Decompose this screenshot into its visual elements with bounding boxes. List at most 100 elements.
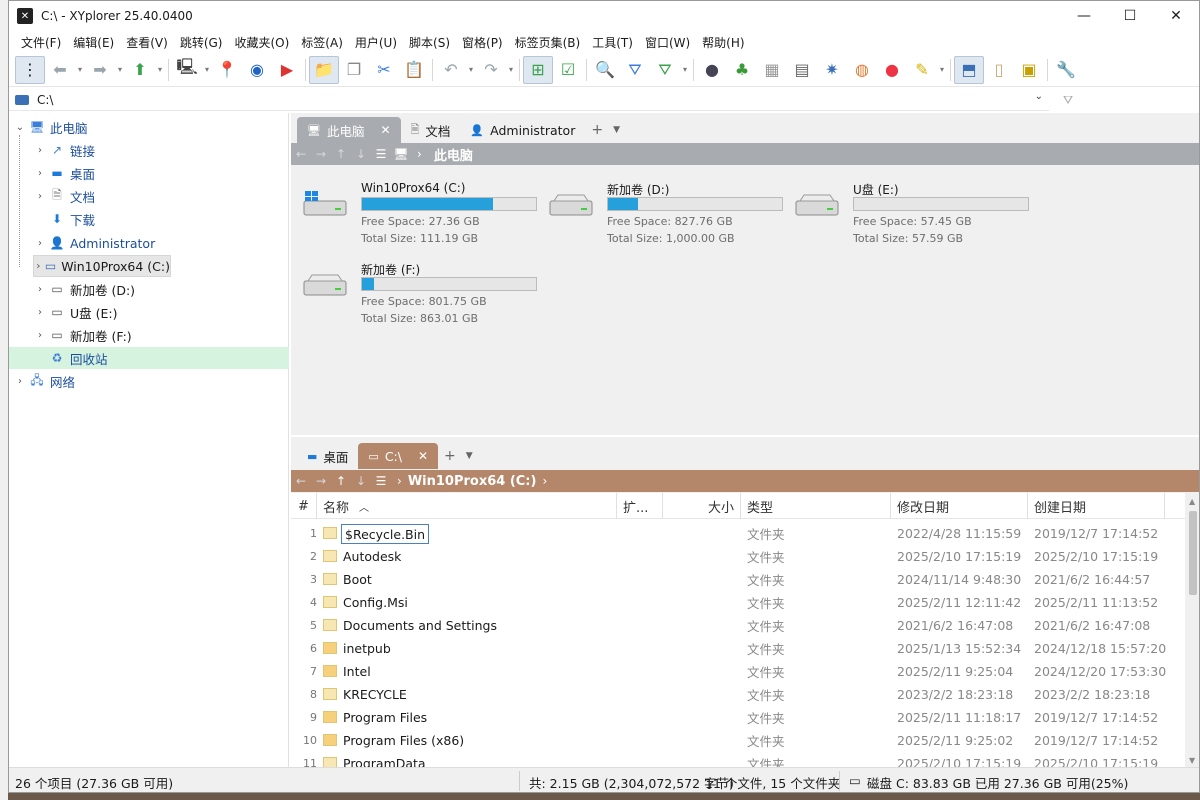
menu-tabsets[interactable]: 标签页集(B) [509,34,587,51]
table-row[interactable]: 2 Autodesk 文件夹 2025/2/10 17:15:19 2025/2… [291,545,1171,568]
nav-forward-icon[interactable]: → [311,147,331,161]
menu-toggle-icon[interactable]: ⋮ [15,55,45,84]
expand-icon[interactable]: › [33,145,47,156]
table-row[interactable]: 3 Boot 文件夹 2024/11/14 9:48:30 2021/6/2 1… [291,568,1171,591]
new-folder-icon[interactable]: 📁 [309,55,339,84]
tree-toggle-icon[interactable]: ⊞ [523,55,553,84]
menu-panes[interactable]: 窗格(P) [456,34,509,51]
tree-item-links[interactable]: › ↗ 链接 [33,139,95,161]
column-header-extension[interactable]: 扩... [617,493,663,519]
tab-list-dropdown-icon[interactable]: ▼ [462,443,477,469]
expand-icon[interactable]: › [13,376,27,387]
column-header-name[interactable]: 名称 ︿ [317,493,617,519]
info-panel-icon[interactable]: ▣ [1014,56,1044,84]
up-icon[interactable]: ⬆ [125,56,155,84]
details-view-icon[interactable]: ▤ [787,56,817,84]
tree-item-desktop[interactable]: › ▬ 桌面 [33,162,95,184]
menu-help[interactable]: 帮助(H) [696,34,750,51]
search-icon[interactable]: 🔍 [590,56,620,84]
breadcrumb-drive-c[interactable]: Win10Prox64 (C:) [408,474,537,489]
breadcrumb-this-pc[interactable]: 此电脑 [434,145,473,164]
tree-item-downloads[interactable]: ⬇ 下载 [33,208,95,230]
maximize-icon[interactable]: ☐ [1107,1,1153,31]
drive-tile-f[interactable]: 新加卷 (F:) Free Space: 801.75 GB Total Siz… [295,253,541,331]
menu-view[interactable]: 查看(V) [120,34,174,51]
nav-forward-icon[interactable]: → [311,474,331,488]
highlight-dropdown-icon[interactable]: ▾ [937,56,947,84]
highlighter-icon[interactable]: ✎ [907,56,937,84]
expand-icon[interactable]: › [33,307,47,318]
address-path[interactable]: C:\ [37,93,53,107]
close-tab-icon[interactable]: ✕ [418,449,428,463]
nav-up-icon[interactable]: ↑ [331,474,351,488]
back-icon[interactable]: ⬅ [45,56,75,84]
tree-item-drive-d[interactable]: › ▭ 新加卷 (D:) [33,278,135,300]
computer-icon[interactable]: 🖳 [172,56,202,84]
file-list-scrollbar[interactable]: ▲ ▼ [1185,493,1199,769]
close-tab-icon[interactable]: ✕ [380,123,390,137]
back-dropdown-icon[interactable]: ▾ [75,56,85,84]
tab-administrator[interactable]: 👤 Administrator [460,117,585,143]
tree-item-this-pc[interactable]: ⌄ 🖥 此电脑 [13,116,88,138]
table-row[interactable]: 6 inetpub 文件夹 2025/1/13 15:52:34 2024/12… [291,637,1171,660]
collapse-icon[interactable]: ⌄ [13,122,27,133]
menu-go[interactable]: 跳转(G) [174,34,229,51]
close-icon[interactable]: ✕ [1153,1,1199,31]
expand-icon[interactable]: › [33,191,47,202]
new-tab-icon[interactable]: + [438,443,462,469]
expand-icon[interactable]: › [33,238,47,249]
tree-item-drive-f[interactable]: › ▭ 新加卷 (F:) [33,324,132,346]
menu-edit[interactable]: 编辑(E) [67,34,120,51]
redo-dropdown-icon[interactable]: ▾ [506,56,516,84]
column-header-type[interactable]: 类型 [741,493,891,519]
up-dropdown-icon[interactable]: ▾ [155,56,165,84]
dark-mode-icon[interactable]: ● [697,56,727,84]
basketball-icon[interactable]: ◍ [847,56,877,84]
tab-drive-c[interactable]: ▭ C:\ ✕ [358,443,439,469]
table-row[interactable]: 4 Config.Msi 文件夹 2025/2/11 12:11:42 2025… [291,591,1171,614]
expand-icon[interactable]: › [34,261,43,272]
nav-back-icon[interactable]: ← [291,147,311,161]
undo-dropdown-icon[interactable]: ▾ [466,56,476,84]
badge-icon[interactable]: ✷ [817,56,847,84]
drive-tile-e[interactable]: U盘 (E:) Free Space: 57.45 GB Total Size:… [787,173,1033,251]
tree-icon[interactable]: ♣ [727,56,757,84]
dual-pane-icon[interactable]: ⬒ [954,55,984,84]
tab-documents[interactable]: 🗎 文档 [401,117,461,143]
redo-icon[interactable]: ↷ [476,56,506,84]
table-row[interactable]: 9 Program Files 文件夹 2025/2/11 11:18:17 2… [291,706,1171,729]
hamburger-menu-icon[interactable]: ☰ [371,147,391,161]
nav-back-icon[interactable]: ← [291,474,311,488]
tree-item-recycle-bin[interactable]: ♻ 回收站 [9,347,289,369]
forward-icon[interactable]: ➡ [85,56,115,84]
configuration-icon[interactable]: 🔧 [1051,56,1081,84]
hamburger-menu-icon[interactable]: ☰ [371,474,391,488]
column-header-number[interactable]: # [291,493,317,519]
tree-item-drive-c[interactable]: › ▭ Win10Prox64 (C:) [33,255,171,277]
menu-window[interactable]: 窗口(W) [639,34,696,51]
forward-dropdown-icon[interactable]: ▾ [115,56,125,84]
checkbox-icon[interactable]: ☑ [553,56,583,84]
expand-icon[interactable]: › [33,284,47,295]
menu-user[interactable]: 用户(U) [349,34,403,51]
table-row[interactable]: 7 Intel 文件夹 2025/2/11 9:25:04 2024/12/20… [291,660,1171,683]
preview-pane-icon[interactable]: ▯ [984,56,1014,84]
table-row[interactable]: 10 Program Files (x86) 文件夹 2025/2/11 9:2… [291,729,1171,752]
nav-up-icon[interactable]: ↑ [331,147,351,161]
drive-tile-d[interactable]: 新加卷 (D:) Free Space: 827.76 GB Total Siz… [541,173,787,251]
filter-icon[interactable]: ⛛ [620,56,650,84]
tab-desktop[interactable]: ▬ 桌面 [297,443,358,469]
chevron-down-icon[interactable]: ⌄ [1035,91,1043,102]
column-header-modified[interactable]: 修改日期 [891,493,1028,519]
tree-item-network[interactable]: › 🖧 网络 [13,370,75,392]
tree-item-drive-e[interactable]: › ▭ U盘 (E:) [33,301,118,323]
tab-list-dropdown-icon[interactable]: ▼ [609,117,624,143]
scroll-down-icon[interactable]: ▼ [1189,756,1195,765]
new-tab-icon[interactable]: + [585,117,609,143]
menu-file[interactable]: 文件(F) [15,34,67,51]
thumbnails-icon[interactable]: ▦ [757,56,787,84]
paste-icon[interactable]: 📋 [399,56,429,84]
scrollbar-thumb[interactable] [1189,511,1197,595]
address-bar[interactable]: C:\ ⌄ [9,89,1049,111]
table-row[interactable]: 1 $Recycle.Bin 文件夹 2022/4/28 11:15:59 20… [291,522,1171,545]
